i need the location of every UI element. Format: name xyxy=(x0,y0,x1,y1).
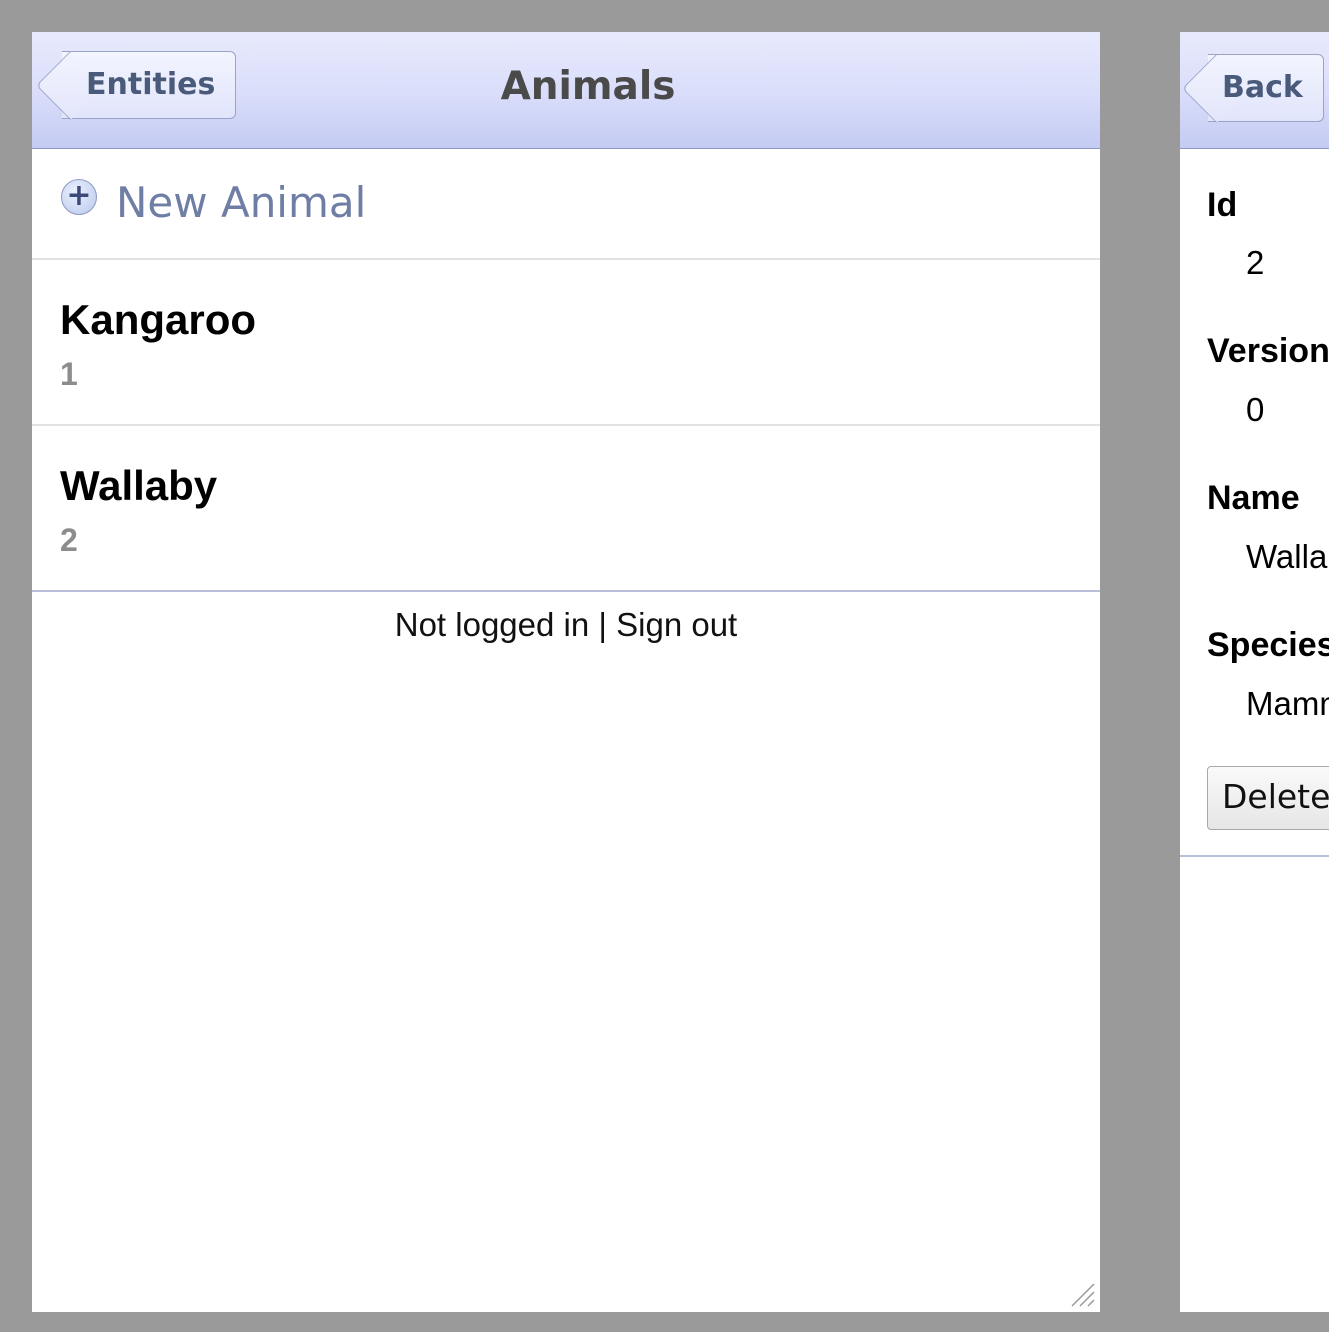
new-animal-link[interactable]: New Animal xyxy=(116,178,366,227)
divider xyxy=(1180,855,1329,857)
plus-circle-icon[interactable]: + xyxy=(61,179,97,215)
entities-back-label: Entities xyxy=(86,67,216,102)
list-item[interactable]: Kangaroo 1 xyxy=(32,260,1100,426)
field-label-version: Version xyxy=(1207,332,1329,370)
back-button[interactable]: Back xyxy=(1208,54,1324,122)
list-item[interactable]: Wallaby 2 xyxy=(32,426,1100,592)
detail-nav-bar: Back xyxy=(1180,32,1329,149)
list-item-title: Wallaby xyxy=(60,462,218,509)
field-label-species: Species xyxy=(1207,626,1329,664)
field-value-species: Mammal xyxy=(1246,685,1329,722)
field-label-name: Name xyxy=(1207,479,1300,517)
delete-button[interactable]: Delete xyxy=(1207,766,1329,830)
field-value-version: 0 xyxy=(1246,391,1265,428)
list-panel: Entities Animals + New Animal Kangaroo 1… xyxy=(32,32,1100,1312)
entities-back-button[interactable]: Entities xyxy=(62,51,237,119)
new-animal-row[interactable]: + New Animal xyxy=(32,149,1100,260)
list-item-title: Kangaroo xyxy=(60,296,257,343)
resize-grip-icon[interactable] xyxy=(1068,1280,1096,1308)
field-value-id: 2 xyxy=(1246,244,1265,281)
detail-panel: Back Id 2 Version 0 Name Wallaby Species… xyxy=(1180,32,1329,1312)
list-item-subtitle: 1 xyxy=(60,356,78,392)
login-status-footer[interactable]: Not logged in | Sign out xyxy=(32,606,1100,644)
field-value-name: Wallaby xyxy=(1246,538,1329,575)
field-label-id: Id xyxy=(1207,186,1238,224)
back-label: Back xyxy=(1222,70,1303,105)
list-nav-bar: Entities Animals xyxy=(32,32,1100,149)
list-item-subtitle: 2 xyxy=(60,522,78,558)
